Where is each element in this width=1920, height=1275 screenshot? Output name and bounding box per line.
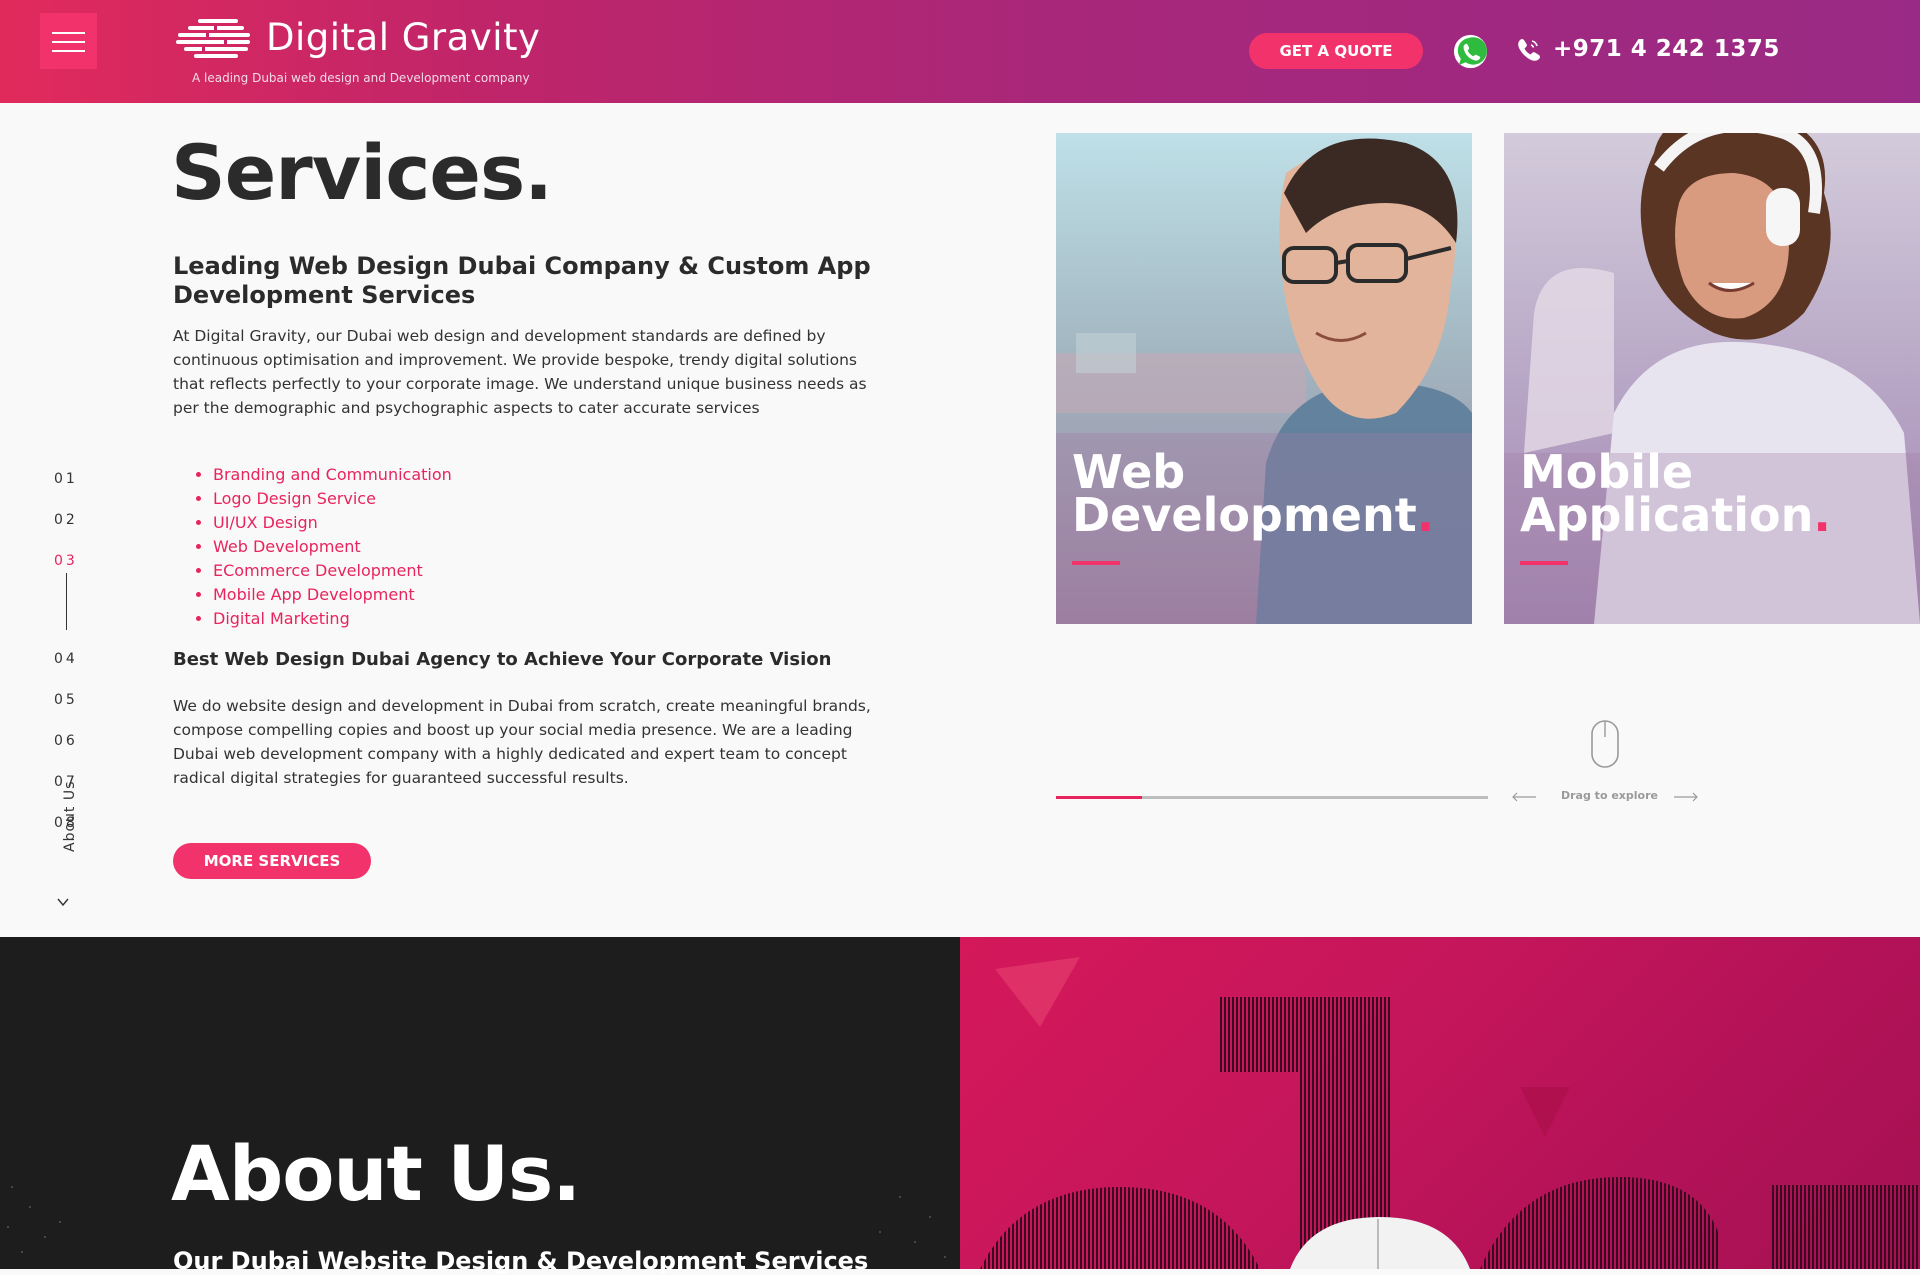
menu-button[interactable]: [40, 13, 97, 69]
dotted-pattern: [7, 1186, 946, 1258]
services-link-list: Branding and Communication Logo Design S…: [173, 463, 452, 631]
phone-number-link[interactable]: +971 4 242 1375: [1553, 36, 1780, 62]
section-nav-item-05[interactable]: 05: [54, 692, 78, 708]
service-link-ecommerce[interactable]: ECommerce Development: [213, 559, 452, 583]
about-subtitle: Our Dubai Website Design & Development S…: [173, 1247, 869, 1275]
services-subheading: Best Web Design Dubai Agency to Achieve …: [173, 649, 832, 670]
section-nav-item-03[interactable]: 03: [54, 553, 78, 569]
man-photo: [1056, 133, 1472, 624]
card-underline: [1072, 561, 1120, 565]
logo-icon[interactable]: [176, 17, 252, 62]
about-illustration: [980, 957, 1920, 1269]
service-card-web-development[interactable]: Web Development.: [1056, 133, 1472, 624]
active-indicator-line: [66, 573, 67, 630]
woman-photo: [1504, 133, 1920, 624]
card-title: Mobile Application.: [1520, 449, 1831, 538]
drag-to-explore-label: Drag to explore: [1561, 789, 1658, 802]
brand-name[interactable]: Digital Gravity: [266, 16, 540, 59]
card-title-line-2: Development: [1072, 488, 1417, 542]
services-body: We do website design and development in …: [173, 697, 871, 787]
whatsapp-icon[interactable]: [1451, 32, 1490, 71]
get-a-quote-button[interactable]: GET A QUOTE: [1249, 33, 1423, 69]
about-title: About Us.: [171, 1129, 581, 1218]
next-section-label[interactable]: About Us: [62, 781, 78, 852]
phone-icon: [1518, 39, 1540, 61]
hamburger-line: [52, 41, 85, 43]
card-title-line-2: Application: [1520, 488, 1814, 542]
service-link-web-development[interactable]: Web Development: [213, 535, 452, 559]
carousel-progress-bar[interactable]: [1056, 796, 1488, 799]
hamburger-line: [52, 32, 85, 34]
mouse-icon: [1591, 720, 1619, 768]
service-link-logo-design[interactable]: Logo Design Service: [213, 487, 452, 511]
about-section-dark-panel: [0, 937, 960, 1269]
service-card-mobile-application[interactable]: Mobile Application.: [1504, 133, 1920, 624]
brand-tagline: A leading Dubai web design and Developme…: [192, 71, 530, 85]
more-services-button[interactable]: MORE SERVICES: [173, 843, 371, 879]
hamburger-line: [52, 50, 85, 52]
arrow-right-icon[interactable]: [1673, 791, 1699, 803]
service-link-branding[interactable]: Branding and Communication: [213, 463, 452, 487]
chevron-down-icon[interactable]: [57, 897, 69, 907]
section-nav-item-01[interactable]: 01: [54, 471, 78, 487]
site-header: Digital Gravity A leading Dubai web desi…: [0, 0, 1920, 103]
card-title: Web Development.: [1072, 449, 1434, 538]
arrow-left-icon[interactable]: [1511, 791, 1537, 803]
services-title: Services.: [171, 128, 553, 217]
section-nav-item-04[interactable]: 04: [54, 651, 78, 667]
about-section-image-panel: [960, 937, 1920, 1269]
services-intro: At Digital Gravity, our Dubai web design…: [173, 327, 867, 417]
services-heading: Leading Web Design Dubai Company & Custo…: [173, 252, 871, 309]
section-nav-item-02[interactable]: 02: [54, 512, 78, 528]
card-underline: [1520, 561, 1568, 565]
accent-dot: .: [1416, 488, 1435, 542]
accent-dot: .: [1813, 488, 1831, 542]
carousel-progress-fill: [1056, 796, 1143, 799]
service-link-mobile-app[interactable]: Mobile App Development: [213, 583, 452, 607]
service-link-digital-marketing[interactable]: Digital Marketing: [213, 607, 452, 631]
section-nav-item-06[interactable]: 06: [54, 733, 78, 749]
service-link-ui-ux[interactable]: UI/UX Design: [213, 511, 452, 535]
